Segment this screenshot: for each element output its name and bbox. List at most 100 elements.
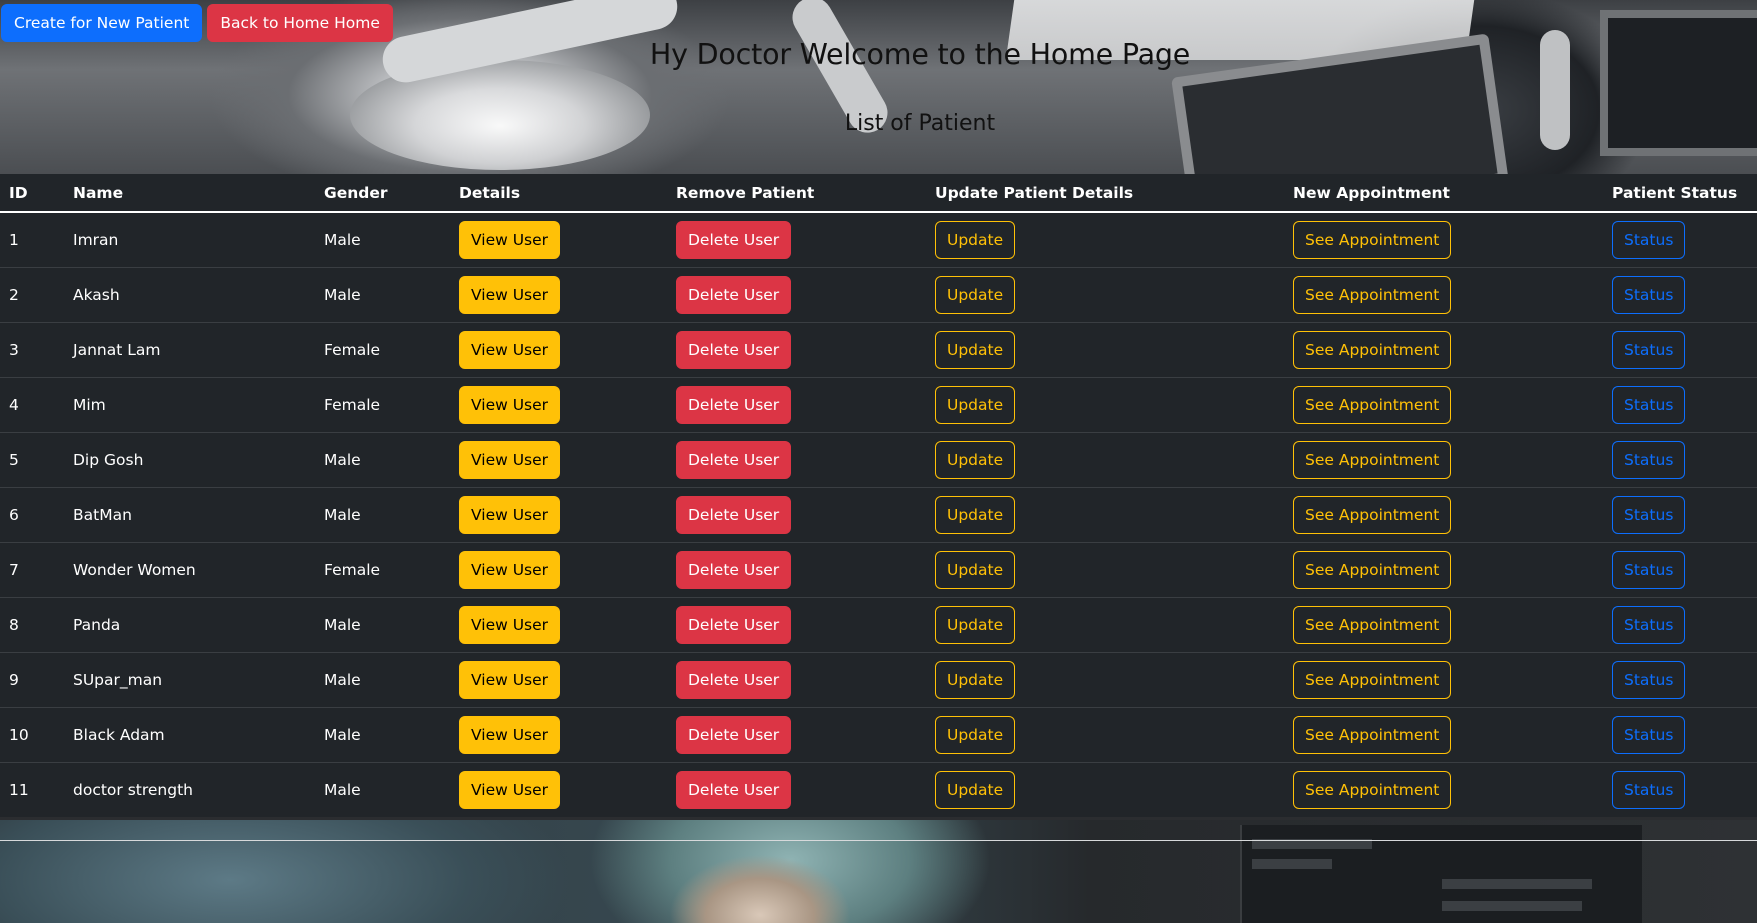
update-button[interactable]: Update [935, 330, 1016, 369]
see-appointment-button[interactable]: See Appointment [1293, 550, 1452, 589]
cell-details: View User [450, 432, 667, 488]
view-user-button[interactable]: View User [459, 495, 561, 534]
back-home-button[interactable]: Back to Home Home [207, 4, 393, 42]
cell-update: Update [926, 762, 1284, 817]
divider [0, 840, 1757, 841]
update-button[interactable]: Update [935, 770, 1016, 809]
status-button[interactable]: Status [1612, 275, 1686, 314]
cell-update: Update [926, 322, 1284, 378]
cell-status: Status [1603, 267, 1757, 323]
status-button[interactable]: Status [1612, 550, 1686, 589]
update-button[interactable]: Update [935, 715, 1016, 754]
view-user-button[interactable]: View User [459, 385, 561, 424]
update-button[interactable]: Update [935, 605, 1016, 644]
update-button[interactable]: Update [935, 385, 1016, 424]
status-button[interactable]: Status [1612, 605, 1686, 644]
cell-appointment: See Appointment [1284, 267, 1603, 323]
delete-user-button[interactable]: Delete User [676, 770, 792, 809]
cell-remove: Delete User [667, 597, 926, 653]
delete-user-button[interactable]: Delete User [676, 715, 792, 754]
see-appointment-button[interactable]: See Appointment [1293, 660, 1452, 699]
status-button[interactable]: Status [1612, 715, 1686, 754]
status-button[interactable]: Status [1612, 385, 1686, 424]
cell-update: Update [926, 377, 1284, 433]
see-appointment-button[interactable]: See Appointment [1293, 770, 1452, 809]
cell-details: View User [450, 597, 667, 653]
cell-update: Update [926, 597, 1284, 653]
table-row: 6 BatMan Male View User Delete User Upda… [0, 487, 1757, 543]
cell-details: View User [450, 487, 667, 543]
update-button[interactable]: Update [935, 220, 1016, 259]
cell-details: View User [450, 762, 667, 817]
delete-user-button[interactable]: Delete User [676, 275, 792, 314]
status-button[interactable]: Status [1612, 220, 1686, 259]
delete-user-button[interactable]: Delete User [676, 660, 792, 699]
view-user-button[interactable]: View User [459, 440, 561, 479]
status-button[interactable]: Status [1612, 770, 1686, 809]
update-button[interactable]: Update [935, 550, 1016, 589]
table-row: 3 Jannat Lam Female View User Delete Use… [0, 322, 1757, 378]
table-row: 8 Panda Male View User Delete User Updat… [0, 597, 1757, 653]
view-user-button[interactable]: View User [459, 330, 561, 369]
update-button[interactable]: Update [935, 440, 1016, 479]
cell-gender: Male [324, 780, 361, 799]
view-user-button[interactable]: View User [459, 220, 561, 259]
status-button[interactable]: Status [1612, 330, 1686, 369]
update-button[interactable]: Update [935, 495, 1016, 534]
cell-id: 8 [0, 597, 64, 653]
view-user-button[interactable]: View User [459, 605, 561, 644]
delete-user-button[interactable]: Delete User [676, 495, 792, 534]
column-header-id: ID [0, 174, 64, 213]
column-header-new-appointment: New Appointment [1284, 174, 1603, 213]
status-button[interactable]: Status [1612, 440, 1686, 479]
cell-status: Status [1603, 432, 1757, 488]
cell-status: Status [1603, 762, 1757, 817]
see-appointment-button[interactable]: See Appointment [1293, 275, 1452, 314]
column-header-update-patient-details: Update Patient Details [926, 174, 1284, 213]
update-button[interactable]: Update [935, 275, 1016, 314]
cell-name: Dip Gosh [64, 432, 315, 488]
cell-appointment: See Appointment [1284, 212, 1603, 268]
column-header-details: Details [450, 174, 667, 213]
see-appointment-button[interactable]: See Appointment [1293, 440, 1452, 479]
cell-gender: Male [315, 487, 450, 543]
view-user-button[interactable]: View User [459, 715, 561, 754]
create-patient-button[interactable]: Create for New Patient [1, 4, 203, 42]
cell-appointment: See Appointment [1284, 762, 1603, 817]
delete-user-button[interactable]: Delete User [676, 440, 792, 479]
delete-user-button[interactable]: Delete User [676, 550, 792, 589]
delete-user-button[interactable]: Delete User [676, 220, 792, 259]
cell-appointment: See Appointment [1284, 542, 1603, 598]
column-header-remove-patient: Remove Patient [667, 174, 926, 213]
see-appointment-button[interactable]: See Appointment [1293, 495, 1452, 534]
see-appointment-button[interactable]: See Appointment [1293, 220, 1452, 259]
view-user-button[interactable]: View User [459, 275, 561, 314]
see-appointment-button[interactable]: See Appointment [1293, 715, 1452, 754]
view-user-button[interactable]: View User [459, 660, 561, 699]
delete-user-button[interactable]: Delete User [676, 385, 792, 424]
column-header-gender: Gender [315, 174, 450, 213]
table-row: 2 Akash Male View User Delete User Updat… [0, 267, 1757, 323]
delete-user-button[interactable]: Delete User [676, 605, 792, 644]
cell-appointment: See Appointment [1284, 707, 1603, 763]
view-user-button[interactable]: View User [459, 550, 561, 589]
see-appointment-button[interactable]: See Appointment [1293, 605, 1452, 644]
table-row: 4 Mim Female View User Delete User Updat… [0, 377, 1757, 433]
cell-remove: Delete User [667, 652, 926, 708]
cell-remove: Delete User [667, 432, 926, 488]
view-user-button[interactable]: View User [459, 770, 561, 809]
cell-remove: Delete User [667, 542, 926, 598]
cell-status: Status [1603, 707, 1757, 763]
see-appointment-button[interactable]: See Appointment [1293, 385, 1452, 424]
delete-user-button[interactable]: Delete User [676, 330, 792, 369]
status-button[interactable]: Status [1612, 660, 1686, 699]
cell-name: Imran [64, 212, 315, 268]
see-appointment-button[interactable]: See Appointment [1293, 330, 1452, 369]
cell-status: Status [1603, 487, 1757, 543]
cell-name: Mim [64, 377, 315, 433]
table-row: 7 Wonder Women Female View User Delete U… [0, 542, 1757, 598]
cell-name: SUpar_man [64, 652, 315, 708]
update-button[interactable]: Update [935, 660, 1016, 699]
status-button[interactable]: Status [1612, 495, 1686, 534]
cell-name: BatMan [64, 487, 315, 543]
